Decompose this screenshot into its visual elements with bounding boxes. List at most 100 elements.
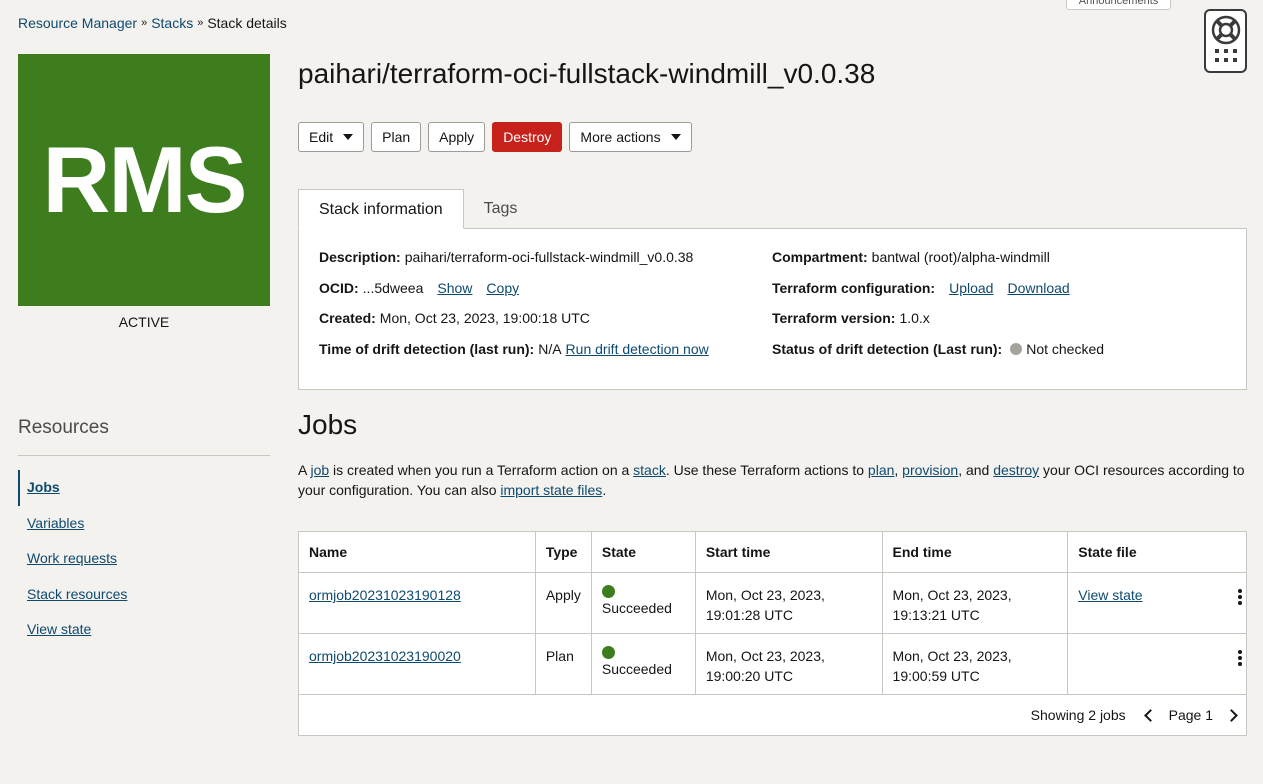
lifebuoy-icon[interactable]	[1211, 15, 1241, 45]
run-drift-detection-link[interactable]: Run drift detection now	[566, 341, 709, 357]
drift-status-row: Status of drift detection (Last run): No…	[772, 341, 1104, 372]
page-title: paihari/terraform-oci-fullstack-windmill…	[298, 58, 876, 89]
resources-item-work-requests[interactable]: Work requests	[18, 541, 270, 577]
job-link[interactable]: job	[310, 462, 329, 478]
import-state-files-link[interactable]: import state files	[500, 482, 602, 498]
ocid-row: OCID: ...5dweea Show Copy	[319, 280, 709, 311]
logo-text: RMS	[42, 127, 248, 232]
jobs-table: Name Type State Start time End time Stat…	[298, 531, 1247, 736]
tf-config-row: Terraform configuration: Upload Download	[772, 280, 1104, 311]
caret-down-icon	[343, 134, 354, 140]
detail-tabs: Stack information Tags	[298, 189, 537, 229]
end-time: 19:13:21 UTC	[892, 607, 980, 623]
description-value: paihari/terraform-oci-fullstack-windmill…	[404, 249, 694, 265]
destroy-link[interactable]: destroy	[993, 462, 1039, 478]
grid-menu-icon[interactable]	[1214, 49, 1237, 63]
resources-nav: Jobs Variables Work requests Stack resou…	[18, 470, 270, 648]
more-actions-label: More actions	[580, 129, 661, 145]
caret-down-icon	[670, 134, 681, 140]
table-header-row: Name Type State Start time End time Stat…	[298, 531, 1247, 573]
drift-time-value: N/A	[538, 340, 562, 357]
desc-text: .	[602, 482, 607, 498]
upload-link[interactable]: Upload	[949, 280, 993, 296]
showing-count: Showing 2 jobs	[1030, 707, 1126, 723]
jobs-description: A job is created when you run a Terrafor…	[298, 460, 1247, 500]
action-toolbar: Edit Plan Apply Destroy More actions	[298, 122, 692, 152]
chevron-right-icon[interactable]	[1225, 708, 1238, 722]
resources-item-stack-resources[interactable]: Stack resources	[18, 577, 270, 613]
view-state-link[interactable]: View state	[1078, 587, 1142, 603]
desc-text: ,	[894, 462, 903, 478]
resources-item-variables[interactable]: Variables	[18, 506, 270, 542]
job-state: Succeeded	[601, 661, 672, 677]
job-type: Apply	[535, 572, 592, 634]
job-type: Plan	[535, 633, 592, 695]
breadcrumb-stacks[interactable]: Stacks	[151, 15, 193, 31]
end-time: 19:00:59 UTC	[892, 668, 980, 684]
plan-link[interactable]: plan	[868, 462, 894, 478]
edit-button[interactable]: Edit	[298, 122, 365, 152]
pagination: Showing 2 jobs Page 1	[1030, 705, 1238, 725]
drift-time-label: Time of drift detection (last run):	[319, 340, 535, 357]
row-actions-kebab-icon[interactable]	[1238, 650, 1242, 668]
start-date: Mon, Oct 23, 2023,	[705, 587, 825, 603]
desc-text: A	[298, 462, 311, 478]
compartment-value: bantwal (root)/alpha-windmill	[871, 249, 1050, 265]
created-row: Created: Mon, Oct 23, 2023, 19:00:18 UTC	[319, 310, 709, 341]
column-header-state-file: State file	[1067, 531, 1247, 573]
resources-item-jobs[interactable]: Jobs	[18, 470, 270, 506]
more-actions-button[interactable]: More actions	[569, 122, 692, 152]
ocid-show-link[interactable]: Show	[437, 280, 472, 296]
tf-version-label: Terraform version:	[772, 310, 896, 326]
resources-heading: Resources	[18, 417, 109, 438]
announcements-button[interactable]: Announcements	[1066, 0, 1171, 10]
edit-label: Edit	[309, 129, 334, 145]
job-name-link[interactable]: ormjob20231023190020	[309, 648, 461, 664]
tf-version-row: Terraform version: 1.0.x	[772, 310, 1104, 341]
job-name-link[interactable]: ormjob20231023190128	[309, 587, 461, 603]
tab-tags[interactable]: Tags	[464, 189, 538, 229]
column-header-type: Type	[535, 531, 592, 573]
end-date: Mon, Oct 23, 2023,	[892, 587, 1012, 603]
created-value: Mon, Oct 23, 2023, 19:00:18 UTC	[379, 310, 590, 326]
column-header-end-time: End time	[882, 531, 1069, 573]
drift-status-value: Not checked	[1026, 340, 1105, 357]
created-label: Created:	[319, 310, 376, 326]
breadcrumb: Resource Manager » Stacks » Stack detail…	[18, 15, 287, 31]
ocid-value: ...5dweea	[362, 279, 424, 296]
row-actions-kebab-icon[interactable]	[1238, 589, 1242, 607]
ocid-copy-link[interactable]: Copy	[486, 280, 519, 296]
breadcrumb-separator-icon: »	[197, 17, 204, 29]
download-link[interactable]: Download	[1007, 280, 1069, 296]
destroy-button[interactable]: Destroy	[492, 122, 563, 152]
stack-link[interactable]: stack	[633, 462, 666, 478]
succeeded-dot-icon	[601, 646, 615, 659]
provision-link[interactable]: provision	[902, 462, 958, 478]
description-label: Description:	[319, 249, 401, 265]
tab-stack-information[interactable]: Stack information	[298, 189, 464, 229]
page-indicator: Page 1	[1168, 707, 1213, 723]
breadcrumb-resource-manager[interactable]: Resource Manager	[18, 15, 137, 31]
apply-button[interactable]: Apply	[428, 122, 486, 152]
plan-button[interactable]: Plan	[371, 122, 422, 152]
status-dot-icon	[1010, 342, 1023, 355]
stack-logo: RMS	[18, 54, 270, 306]
info-column-left: Description: paihari/terraform-oci-fulls…	[319, 249, 709, 371]
end-date: Mon, Oct 23, 2023,	[892, 648, 1012, 664]
table-row: ormjob20231023190128 Apply Succeeded Mon…	[298, 572, 1247, 634]
drift-time-row: Time of drift detection (last run): N/A …	[319, 341, 709, 372]
tf-config-label: Terraform configuration:	[772, 279, 936, 296]
stack-info-panel: Description: paihari/terraform-oci-fulls…	[298, 228, 1247, 390]
desc-text: , and	[958, 462, 994, 478]
lifecycle-state: ACTIVE	[118, 314, 170, 330]
desc-text: . Use these Terraform actions to	[665, 462, 868, 478]
job-state: Succeeded	[601, 600, 672, 616]
succeeded-dot-icon	[601, 585, 615, 598]
compartment-label: Compartment:	[772, 249, 868, 265]
start-time: 19:00:20 UTC	[705, 668, 793, 684]
start-date: Mon, Oct 23, 2023,	[705, 648, 825, 664]
chevron-left-icon[interactable]	[1143, 708, 1157, 722]
help-panel	[1204, 9, 1247, 73]
desc-text: is created when you run a Terraform acti…	[329, 462, 634, 478]
resources-item-view-state[interactable]: View state	[18, 612, 270, 648]
